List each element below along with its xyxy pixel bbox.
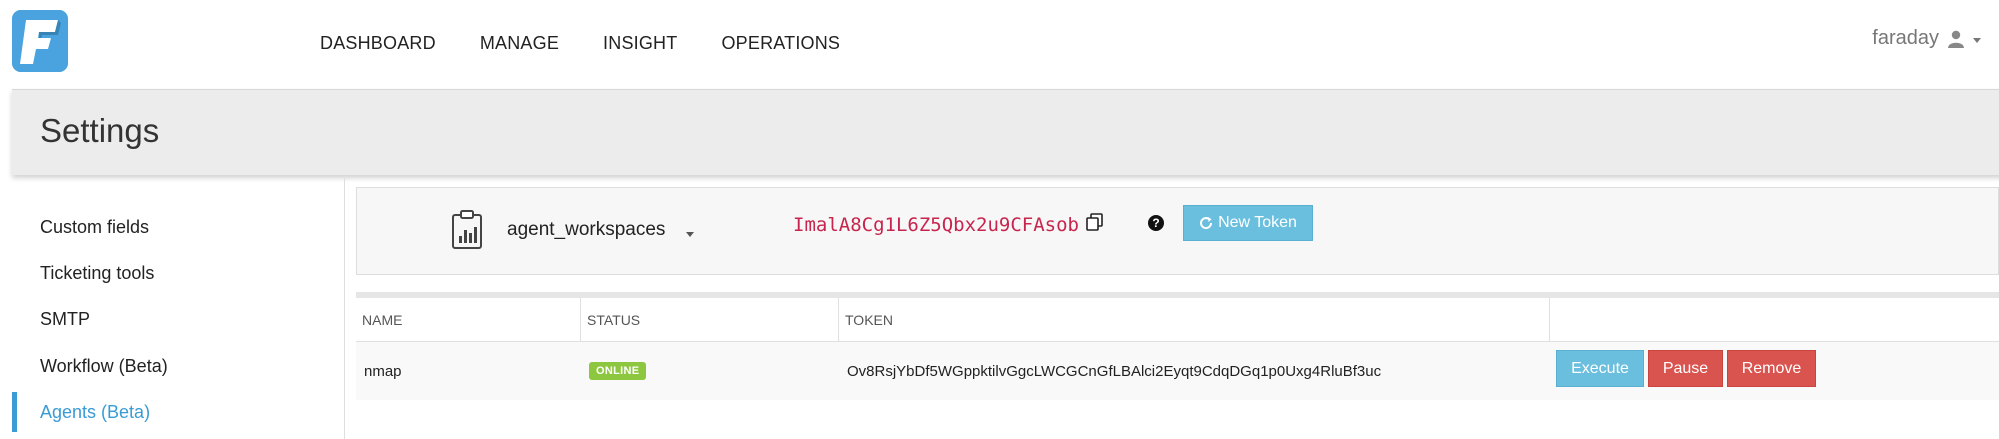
nav-manage[interactable]: MANAGE [480, 33, 559, 54]
registration-token: ImalA8Cg1L6Z5Qbx2u9CFAsob [793, 214, 1079, 236]
status-badge: ONLINE [589, 362, 647, 380]
execute-button[interactable]: Execute [1556, 350, 1644, 387]
table-header: NAME STATUS TOKEN [356, 298, 1999, 342]
username: faraday [1872, 27, 1939, 49]
main-nav: DASHBOARD MANAGE INSIGHT OPERATIONS [320, 0, 840, 86]
workspace-selector[interactable]: agent_workspaces [507, 219, 665, 241]
page-title: Settings [40, 112, 160, 149]
column-header-actions [1550, 298, 1999, 342]
refresh-icon [1200, 217, 1213, 230]
column-header-name[interactable]: NAME [356, 298, 581, 342]
remove-button[interactable]: Remove [1727, 350, 1816, 387]
agent-name: nmap [364, 362, 402, 380]
sidebar-item-smtp[interactable]: SMTP [12, 299, 345, 339]
user-menu[interactable]: faraday [1872, 27, 1981, 50]
help-icon[interactable]: ? [1148, 215, 1164, 231]
agent-status-cell: ONLINE [581, 342, 839, 400]
sidebar-item-custom-fields[interactable]: Custom fields [12, 207, 345, 247]
new-token-label: New Token [1218, 214, 1297, 231]
agent-workspace-bar: agent_workspaces ImalA8Cg1L6Z5Qbx2u9CFAs… [356, 187, 1999, 275]
column-header-token[interactable]: TOKEN [839, 298, 1550, 342]
clipboard-chart-icon [451, 210, 483, 255]
chevron-down-icon[interactable] [686, 232, 694, 237]
chevron-down-icon [1973, 37, 1981, 43]
user-icon [1947, 30, 1965, 48]
sidebar-item-agents[interactable]: Agents (Beta) [12, 392, 345, 432]
nav-dashboard[interactable]: DASHBOARD [320, 33, 436, 54]
sidebar-item-workflow[interactable]: Workflow (Beta) [12, 346, 345, 386]
table-row: nmap ONLINE Ov8RsjYbDf5WGppktilvGgcLWCGC… [356, 342, 1999, 400]
sidebar-item-ticketing-tools[interactable]: Ticketing tools [12, 253, 345, 293]
agent-token: Ov8RsjYbDf5WGppktilvGgcLWCGCnGfLBAlci2Ey… [847, 362, 1382, 380]
new-token-button[interactable]: New Token [1183, 205, 1313, 241]
settings-sidebar: Custom fields Ticketing tools SMTP Workf… [12, 178, 345, 439]
copy-icon[interactable] [1085, 212, 1105, 237]
column-header-status[interactable]: STATUS [581, 298, 839, 342]
faraday-logo-icon[interactable] [12, 10, 68, 72]
nav-operations[interactable]: OPERATIONS [721, 33, 840, 54]
nav-insight[interactable]: INSIGHT [603, 33, 677, 54]
pause-button[interactable]: Pause [1648, 350, 1723, 387]
settings-header: Settings [12, 89, 1999, 175]
agents-table: NAME STATUS TOKEN nmap ONLINE Ov8RsjYbDf… [356, 292, 1999, 400]
top-navbar: DASHBOARD MANAGE INSIGHT OPERATIONS fara… [0, 0, 1999, 86]
